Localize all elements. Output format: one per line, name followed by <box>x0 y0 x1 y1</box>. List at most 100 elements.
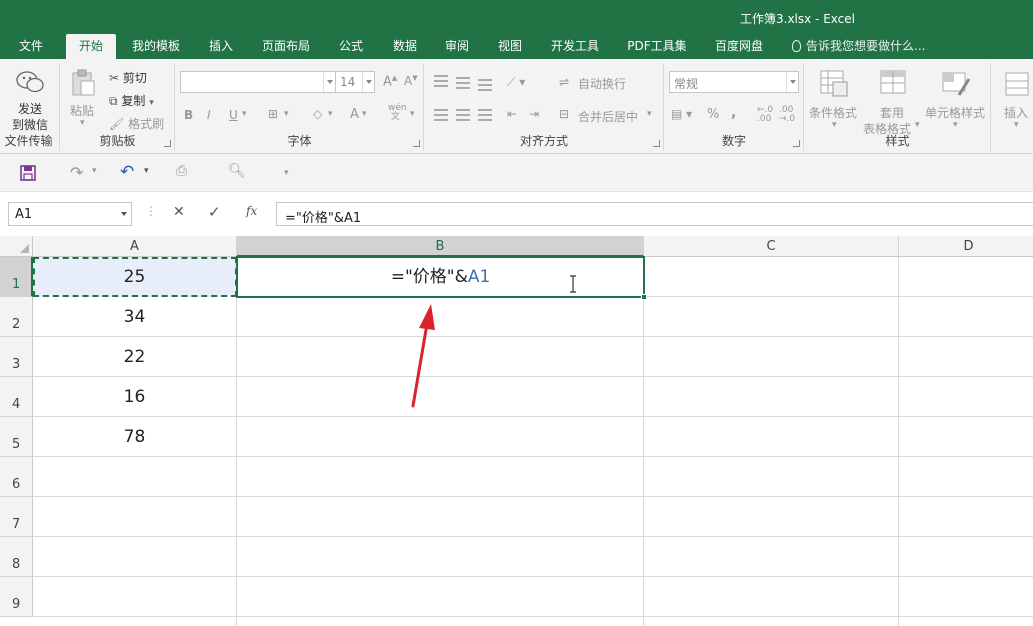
align-center-icon[interactable] <box>456 109 470 121</box>
cell-a5[interactable]: 78 <box>33 417 236 457</box>
underline-button[interactable]: U <box>229 108 238 122</box>
tab-insert[interactable]: 插入 <box>200 34 242 59</box>
send-to-wechat-line2[interactable]: 到微信 <box>12 116 48 133</box>
copy-button[interactable]: ⧉ 复制 ▾ <box>109 92 154 109</box>
fill-color-icon[interactable]: ◇ <box>313 107 322 121</box>
phonetic-dropdown-icon[interactable]: ▾ <box>410 109 415 119</box>
alignment-launcher-icon[interactable] <box>653 140 660 147</box>
name-box[interactable]: A1 <box>8 202 132 226</box>
row-header-3[interactable]: 3 <box>0 337 33 377</box>
font-size-select[interactable]: 14 <box>335 71 375 93</box>
column-header-b[interactable]: B <box>237 236 644 257</box>
row-header-6[interactable]: 6 <box>0 457 33 497</box>
comma-button[interactable]: , <box>731 105 736 121</box>
send-to-wechat-line1[interactable]: 发送 <box>18 100 42 117</box>
tell-me-search[interactable]: 告诉我您想要做什么... <box>792 34 925 59</box>
font-color-dropdown-icon[interactable]: ▾ <box>362 109 367 119</box>
tab-baidu-netdisk[interactable]: 百度网盘 <box>706 34 772 59</box>
tab-home[interactable]: 开始 <box>66 34 116 59</box>
cell-a4[interactable]: 16 <box>33 377 236 417</box>
cell-styles-dropdown-icon[interactable]: ▾ <box>953 120 958 130</box>
tab-my-templates[interactable]: 我的模板 <box>124 34 188 59</box>
font-color-icon[interactable]: A <box>350 107 359 122</box>
italic-button[interactable]: I <box>207 108 211 122</box>
insert-button[interactable]: 插入 <box>1004 104 1028 121</box>
tab-file[interactable]: 文件 <box>8 34 54 59</box>
column-header-c[interactable]: C <box>644 236 899 257</box>
cell-a2[interactable]: 34 <box>33 297 236 337</box>
redo-dropdown-icon[interactable]: ▾ <box>92 166 97 176</box>
conditional-format-button[interactable]: 条件格式 <box>809 104 857 121</box>
row-header-4[interactable]: 4 <box>0 377 33 417</box>
enter-icon[interactable]: ✓ <box>208 203 221 221</box>
column-header-a[interactable]: A <box>33 236 237 257</box>
cut-button[interactable]: ✂ 剪切 <box>109 69 147 86</box>
cancel-icon[interactable]: ✕ <box>173 204 185 220</box>
table-format-dropdown-icon[interactable]: ▾ <box>915 120 920 130</box>
align-bottom-icon[interactable] <box>478 79 492 91</box>
format-painter-button[interactable]: 🖌 格式刷 <box>109 115 164 132</box>
number-launcher-icon[interactable] <box>793 140 800 147</box>
paste-button[interactable]: 粘贴 <box>70 102 94 119</box>
paste-dropdown-icon[interactable]: ▾ <box>80 118 85 128</box>
merge-center-button[interactable]: 合并后居中 <box>578 108 638 125</box>
tab-page-layout[interactable]: 页面布局 <box>254 34 318 59</box>
increase-indent-icon[interactable]: ⇥ <box>529 107 539 121</box>
cell-a3[interactable]: 22 <box>33 337 236 377</box>
phonetic-icon[interactable]: wén 文 <box>388 104 407 122</box>
wrap-text-button[interactable]: 自动换行 <box>578 75 626 92</box>
accounting-format-icon[interactable]: ▤ ▾ <box>671 107 692 121</box>
cell-styles-button[interactable]: 单元格样式 <box>925 104 985 121</box>
align-left-icon[interactable] <box>434 109 448 121</box>
tab-view[interactable]: 视图 <box>489 34 531 59</box>
orientation-icon[interactable]: ⟋ ▾ <box>507 75 525 90</box>
tab-formulas[interactable]: 公式 <box>330 34 372 59</box>
decrease-font-icon[interactable]: A▼ <box>404 74 418 88</box>
cell-a1[interactable]: 25 <box>33 257 236 297</box>
border-icon[interactable]: ⊞ <box>268 107 278 121</box>
decrease-indent-icon[interactable]: ⇤ <box>507 107 517 121</box>
row-header-7[interactable]: 7 <box>0 497 33 537</box>
fill-dropdown-icon[interactable]: ▾ <box>328 109 333 119</box>
decrease-decimal-icon[interactable]: .00 →.0 <box>779 106 795 124</box>
tab-data[interactable]: 数据 <box>384 34 426 59</box>
column-header-d[interactable]: D <box>899 236 1033 257</box>
row-header-5[interactable]: 5 <box>0 417 33 457</box>
formula-input[interactable]: ="价格"&A1 <box>276 202 1033 226</box>
conditional-dropdown-icon[interactable]: ▾ <box>832 120 837 130</box>
row-header-8[interactable]: 8 <box>0 537 33 577</box>
save-icon[interactable] <box>20 165 36 181</box>
underline-dropdown-icon[interactable]: ▾ <box>242 109 247 119</box>
font-launcher-icon[interactable] <box>413 140 420 147</box>
tab-review[interactable]: 审阅 <box>436 34 478 59</box>
row-header-2[interactable]: 2 <box>0 297 33 337</box>
customize-qat-icon[interactable]: ▾ <box>284 168 289 178</box>
increase-font-icon[interactable]: A▲ <box>383 74 397 89</box>
row-header-1[interactable]: 1 <box>0 257 33 297</box>
print-preview-icon[interactable]: ⎙ <box>176 163 187 179</box>
bold-button[interactable]: B <box>184 108 193 122</box>
cell-b1-editor[interactable]: ="价格"&A1 <box>238 257 643 297</box>
undo-dropdown-icon[interactable]: ▾ <box>144 166 149 176</box>
font-name-select[interactable] <box>180 71 336 93</box>
format-as-table-line1[interactable]: 套用 <box>880 104 904 121</box>
insert-function-icon[interactable]: fx <box>246 204 257 218</box>
border-dropdown-icon[interactable]: ▾ <box>284 109 289 119</box>
align-top-icon[interactable] <box>434 75 448 87</box>
insert-dropdown-icon[interactable]: ▾ <box>1014 120 1019 130</box>
percent-button[interactable]: % <box>707 107 719 122</box>
align-middle-icon[interactable] <box>456 77 470 89</box>
preview-zoom-icon[interactable]: 🔍︎ <box>228 163 246 179</box>
clipboard-launcher-icon[interactable] <box>164 140 171 147</box>
redo-icon[interactable]: ↷ <box>70 163 83 182</box>
tab-developer[interactable]: 开发工具 <box>543 34 607 59</box>
merge-dropdown-icon[interactable]: ▾ <box>647 109 652 119</box>
align-right-icon[interactable] <box>478 109 492 121</box>
tab-pdf-tools[interactable]: PDF工具集 <box>620 34 694 59</box>
row-header-9[interactable]: 9 <box>0 577 33 617</box>
number-format-select[interactable]: 常规 <box>669 71 799 93</box>
increase-decimal-icon[interactable]: ←.0.00 <box>757 106 773 124</box>
undo-icon[interactable]: ↶ <box>120 162 134 182</box>
select-all-button[interactable] <box>0 236 33 257</box>
gridline <box>33 536 1033 537</box>
